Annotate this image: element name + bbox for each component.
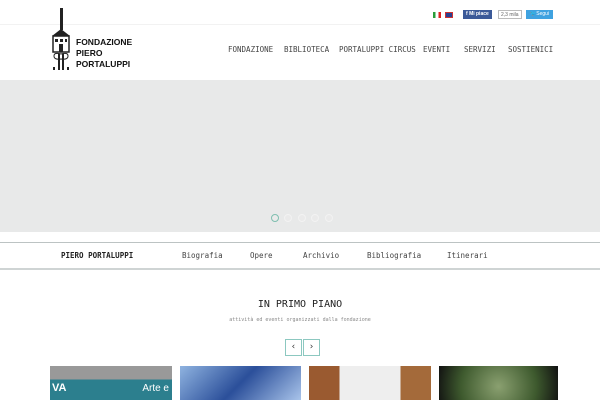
nav-sostienici[interactable]: SOSTIENICI: [508, 45, 553, 54]
logo-line: PORTALUPPI: [76, 59, 131, 69]
prev-arrow-button[interactable]: ‹: [285, 339, 302, 356]
twitter-follow-label: Segui: [536, 11, 550, 17]
subnav-title[interactable]: PIERO PORTALUPPI: [61, 251, 133, 260]
facebook-like-button[interactable]: f Mi piace: [463, 10, 492, 19]
facebook-like-label: Mi piace: [469, 11, 489, 17]
featured-card[interactable]: VA Arte e: [50, 366, 172, 400]
subnav-archivio[interactable]: Archivio: [303, 251, 339, 260]
subnav-biografia[interactable]: Biografia: [182, 251, 223, 260]
nav-portaluppi-circus[interactable]: PORTALUPPI CIRCUS: [339, 45, 416, 54]
nav-fondazione[interactable]: FONDAZIONE: [228, 45, 273, 54]
subnav-bibliografia[interactable]: Bibliografia: [367, 251, 421, 260]
logo-line: FONDAZIONE: [76, 37, 133, 47]
hero-slider[interactable]: [0, 80, 600, 232]
card-logo-icon: VA: [52, 382, 67, 394]
next-arrow-button[interactable]: ›: [303, 339, 320, 356]
featured-card[interactable]: [180, 366, 301, 400]
nav-biblioteca[interactable]: BIBLIOTECA: [284, 45, 329, 54]
flag-italian-icon[interactable]: [433, 12, 441, 18]
slider-dot[interactable]: [271, 214, 279, 222]
featured-card[interactable]: [439, 366, 558, 400]
section-title: IN PRIMO PIANO: [257, 299, 343, 310]
slider-dot[interactable]: [311, 214, 319, 222]
slider-dot[interactable]: [325, 214, 333, 222]
slider-dot[interactable]: [298, 214, 306, 222]
nav-eventi[interactable]: EVENTI: [423, 45, 450, 54]
featured-card[interactable]: [309, 366, 431, 400]
top-divider: [0, 24, 600, 25]
logo-text[interactable]: FONDAZIONE PIERO PORTALUPPI: [76, 37, 132, 70]
flag-english-icon[interactable]: [445, 12, 453, 18]
facebook-like-count: 2,3 mila: [498, 10, 522, 19]
card-text: Arte e: [142, 383, 169, 394]
section-subtitle: attività ed eventi organizzati dalla fon…: [229, 317, 371, 323]
twitter-follow-button[interactable]: 🐦Segui: [526, 10, 554, 19]
subnav-opere[interactable]: Opere: [250, 251, 273, 260]
slider-dot[interactable]: [284, 214, 292, 222]
logo-line: PIERO: [76, 48, 103, 58]
subnav-itinerari[interactable]: Itinerari: [447, 251, 488, 260]
nav-servizi[interactable]: SERVIZI: [464, 45, 496, 54]
logo-icon[interactable]: [50, 8, 72, 72]
